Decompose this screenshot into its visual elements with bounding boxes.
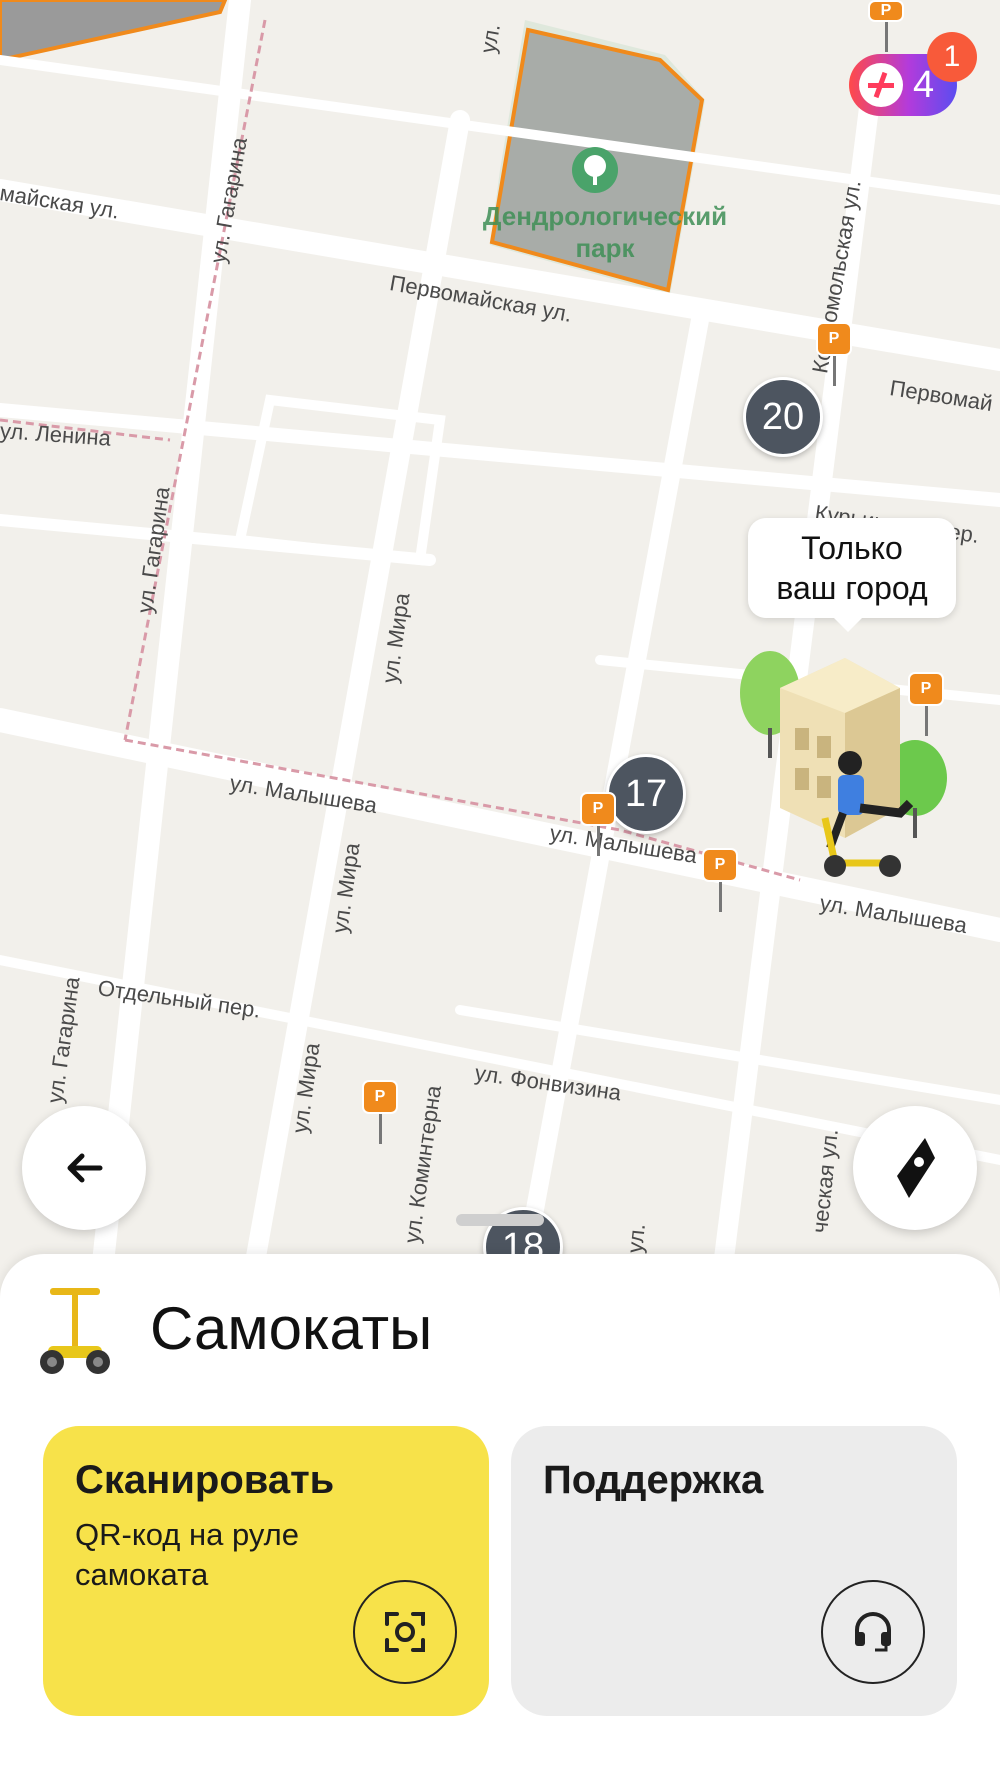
back-arrow-icon (67, 1153, 103, 1183)
parking-pin[interactable]: P (868, 0, 904, 52)
headset-icon-circle (821, 1580, 925, 1684)
parking-pin[interactable]: P (580, 792, 616, 856)
tree-icon (572, 147, 618, 193)
map[interactable]: майская ул. Первомайская ул. Первомай ул… (0, 0, 1000, 1290)
scan-qr-button[interactable]: Сканировать QR-код на руле самоката (43, 1426, 489, 1716)
notification-badge: 1 (927, 32, 977, 82)
headset-icon (855, 1612, 891, 1652)
my-location-button[interactable] (853, 1106, 977, 1230)
parking-pin[interactable]: P (362, 1080, 398, 1144)
parking-pin[interactable]: P (702, 848, 738, 912)
qr-scan-icon (385, 1612, 425, 1652)
street-label: ул. (622, 1222, 651, 1255)
scan-subtitle: QR-код на руле самоката (75, 1517, 300, 1592)
navigation-arrow-icon (897, 1138, 935, 1198)
bottom-sheet: Самокаты Сканировать QR-код на руле само… (0, 1254, 1000, 1788)
support-title: Поддержка (543, 1458, 764, 1502)
scooter-icon (40, 1288, 110, 1374)
scan-title: Сканировать (75, 1458, 335, 1502)
scooter-rider-illustration (740, 651, 947, 877)
city-tooltip: Только ваш город (748, 518, 956, 632)
support-button[interactable]: Поддержка (511, 1426, 957, 1716)
sheet-handle[interactable] (456, 1214, 544, 1226)
street-label: ул. (475, 21, 505, 56)
sheet-title: Самокаты (150, 1295, 433, 1362)
parking-pin[interactable]: P (816, 322, 852, 386)
qr-scan-icon-circle (353, 1580, 457, 1684)
plus-icon (859, 63, 903, 107)
back-button[interactable] (22, 1106, 146, 1230)
park-label: Дендрологический парк (482, 201, 728, 263)
scooter-cluster[interactable]: 20 (743, 377, 823, 457)
scooter-cluster[interactable]: 17 (606, 754, 686, 834)
